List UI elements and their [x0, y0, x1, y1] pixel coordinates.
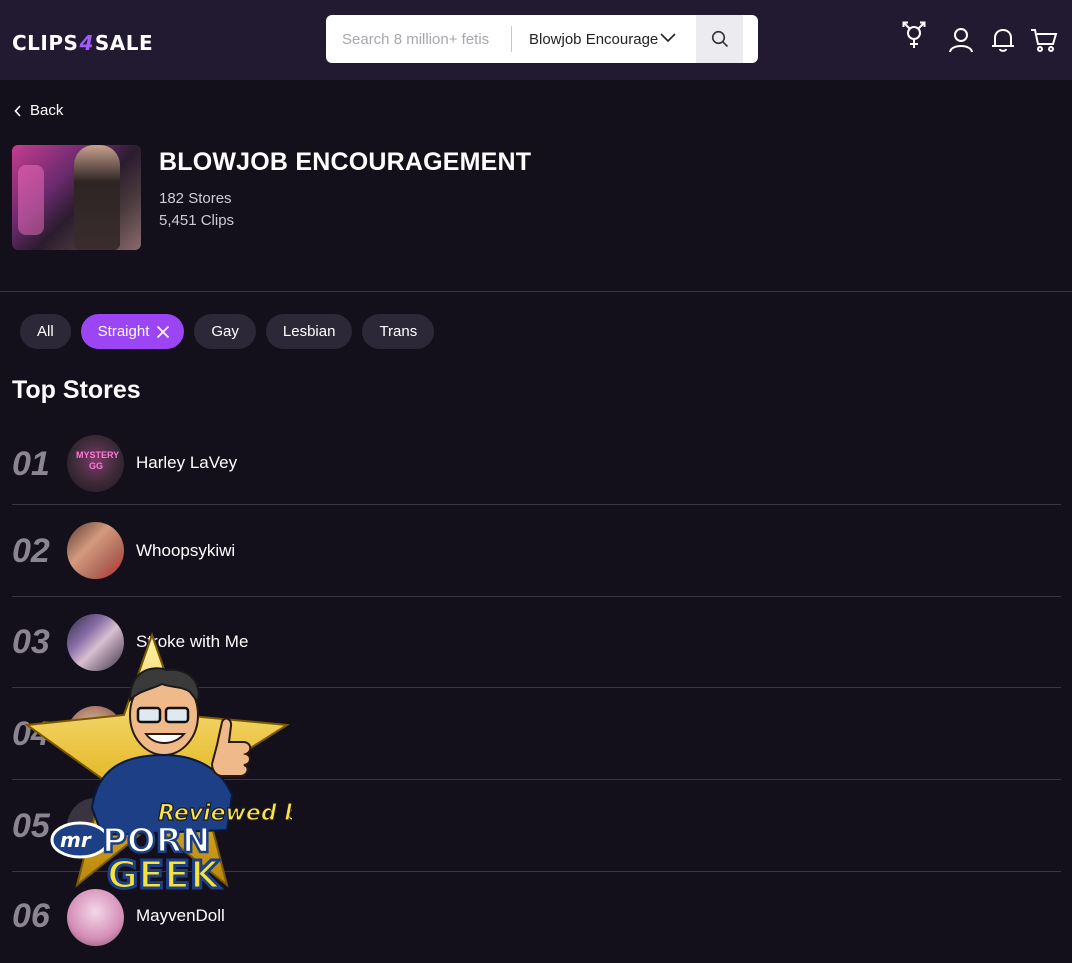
avatar-logo-text: MYSTERY GG — [76, 450, 120, 471]
orientation-filters: All Straight Gay Lesbian Trans — [20, 314, 444, 349]
filter-chip-label: Gay — [211, 323, 239, 340]
bell-icon — [992, 28, 1014, 52]
filter-chip-label: Trans — [379, 323, 418, 340]
section-divider — [0, 291, 1072, 292]
logo-text-left: CLIPS — [12, 31, 79, 55]
back-link[interactable]: Back — [14, 102, 63, 119]
store-row[interactable]: 02 Whoopsykiwi — [12, 505, 1061, 597]
store-row[interactable]: 01 MYSTERY GG Harley LaVey — [12, 414, 1061, 505]
search-icon — [711, 30, 728, 48]
notifications-button[interactable] — [988, 25, 1018, 55]
close-icon[interactable] — [156, 325, 170, 339]
store-name[interactable]: Whoopsykiwi — [136, 541, 235, 561]
logo-bolt: 4 — [79, 31, 94, 55]
clips4sale-logo[interactable]: CLIPS 4 SALE — [12, 26, 153, 60]
character-glasses-right — [164, 706, 190, 724]
category-clips-count: 5,451 Clips — [159, 212, 235, 229]
thumbnail-figure — [74, 145, 120, 250]
filter-chip-trans[interactable]: Trans — [362, 314, 435, 349]
category-stores-count: 182 Stores — [159, 190, 232, 207]
filter-chip-label: All — [37, 323, 54, 340]
back-label: Back — [30, 102, 64, 119]
store-name[interactable]: Harley LaVey — [136, 453, 237, 473]
cart-button[interactable] — [1029, 25, 1059, 55]
store-rank: 01 — [12, 445, 50, 483]
gender-icon — [902, 21, 926, 48]
filter-chip-lesbian[interactable]: Lesbian — [265, 314, 353, 349]
filter-chip-label: Straight — [97, 323, 150, 340]
filter-chip-label: Lesbian — [282, 323, 336, 340]
character-glasses-left — [136, 706, 162, 724]
mr-text: mr — [60, 828, 92, 852]
reviewed-by-badge: Reviewed by mr PORN GEEK — [24, 631, 292, 899]
chevron-down-icon — [660, 33, 676, 43]
top-header: CLIPS 4 SALE Blowjob Encourage — [0, 0, 1072, 80]
search-button[interactable] — [696, 15, 743, 63]
logo-text-right: SALE — [94, 31, 154, 55]
filter-chip-all[interactable]: All — [20, 314, 71, 349]
filter-chip-gay[interactable]: Gay — [194, 314, 256, 349]
user-icon — [949, 28, 973, 53]
category-dropdown-value: Blowjob Encourage — [529, 30, 659, 48]
geek-text: GEEK — [107, 853, 221, 897]
cart-icon — [1031, 29, 1058, 52]
category-title: BLOWJOB ENCOURAGEMENT — [159, 148, 532, 176]
filter-chip-straight[interactable]: Straight — [80, 314, 185, 349]
avatar[interactable]: MYSTERY GG — [67, 435, 124, 492]
search-input[interactable] — [326, 15, 511, 63]
category-thumbnail — [12, 145, 141, 250]
store-rank: 06 — [12, 897, 50, 935]
store-name[interactable]: MayvenDoll — [136, 906, 225, 926]
thumbnail-light — [18, 165, 44, 235]
avatar[interactable] — [67, 522, 124, 579]
category-dropdown[interactable]: Blowjob Encourage — [512, 15, 696, 63]
chevron-left-icon — [14, 104, 21, 117]
account-button[interactable] — [946, 25, 976, 55]
gender-filter-button[interactable] — [899, 20, 929, 50]
store-rank: 02 — [12, 532, 50, 570]
search-bar: Blowjob Encourage — [326, 15, 758, 63]
top-stores-heading: Top Stores — [12, 376, 141, 404]
